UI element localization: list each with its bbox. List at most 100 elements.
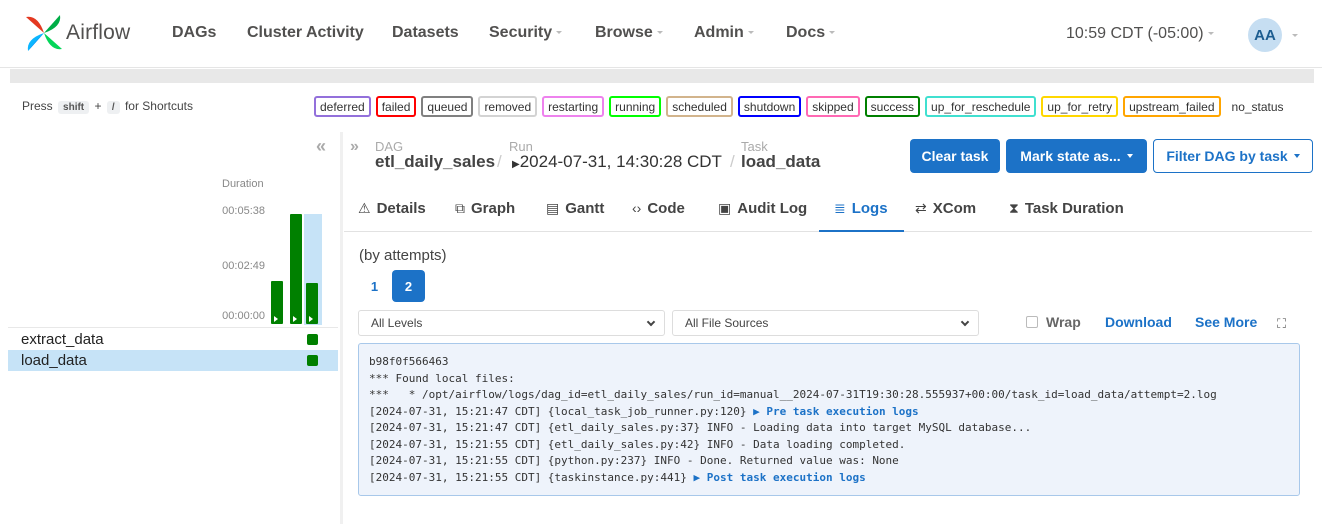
legend-state-deferred[interactable]: deferred: [314, 96, 371, 117]
dag-run-duration-bar[interactable]: [290, 214, 302, 324]
legend-state-up-for-reschedule[interactable]: up_for_reschedule: [925, 96, 1037, 117]
dag-run-duration-bar[interactable]: [306, 283, 318, 324]
filter-dag-label: Filter DAG by task: [1166, 148, 1288, 164]
graph-icon: ⧉: [455, 200, 465, 216]
filter-dag-button[interactable]: Filter DAG by task: [1153, 139, 1313, 173]
wrap-label[interactable]: Wrap: [1046, 314, 1081, 330]
brand-name: Airflow: [66, 21, 131, 44]
state-legend: deferred failed queued removed restarting run…: [314, 96, 1290, 117]
chevron-down-icon: [646, 317, 656, 327]
attempt-2-button[interactable]: 2: [392, 270, 425, 302]
log-text: [2024-07-31, 15:21:47 CDT] {local_task_j…: [369, 404, 754, 418]
chevron-down-icon: [747, 31, 754, 35]
legend-state-shutdown[interactable]: shutdown: [737, 96, 802, 117]
tab-xcom[interactable]: ⇄ XCom: [915, 186, 976, 232]
log-line: [2024-07-31, 15:21:47 CDT] {etl_daily_sa…: [369, 420, 1289, 437]
legend-state-no-status[interactable]: no_status: [1226, 96, 1290, 117]
log-text: [2024-07-31, 15:21:55 CDT] {taskinstance…: [369, 470, 694, 484]
nav-browse-label: Browse: [595, 24, 653, 41]
legend-state-running[interactable]: running: [609, 96, 662, 117]
legend-state-restarting[interactable]: restarting: [542, 96, 605, 117]
dag-breadcrumb[interactable]: etl_daily_sales: [375, 152, 495, 172]
tab-gantt[interactable]: ▤ Gantt: [546, 186, 604, 232]
log-line: [2024-07-31, 15:21:47 CDT] {local_task_j…: [369, 404, 1289, 421]
attempt-1-button[interactable]: 1: [358, 270, 391, 302]
user-avatar[interactable]: AA: [1248, 18, 1282, 52]
download-link[interactable]: Download: [1105, 314, 1172, 330]
task-row-extract-data[interactable]: extract_data: [8, 329, 338, 350]
nav-security-label: Security: [489, 24, 553, 41]
nav-dags[interactable]: DAGs: [172, 24, 216, 42]
legend-state-success[interactable]: success: [864, 96, 921, 117]
play-icon: [309, 316, 313, 322]
tab-label: Details: [376, 200, 426, 217]
legend-state-removed[interactable]: removed: [478, 96, 538, 117]
code-icon: ‹›: [632, 200, 642, 216]
nav-datasets[interactable]: Datasets: [392, 24, 459, 42]
log-text: [2024-07-31, 15:21:55 CDT] {python.py:23…: [369, 454, 899, 467]
tab-details[interactable]: ⚠ Details: [358, 186, 426, 232]
dag-run-duration-bar[interactable]: [271, 281, 283, 324]
list-icon: ≣: [834, 200, 846, 216]
tab-label: Task Duration: [1024, 200, 1124, 217]
task-breadcrumb[interactable]: load_data: [741, 152, 820, 172]
nav-docs[interactable]: Docs: [786, 24, 836, 42]
header-band: [10, 69, 1314, 83]
nav-security[interactable]: Security: [489, 24, 563, 42]
chevron-down-icon: [1293, 154, 1300, 158]
tab-audit-log[interactable]: ▣ Audit Log: [718, 186, 807, 232]
wrap-checkbox[interactable]: [1026, 316, 1038, 328]
see-more-link[interactable]: See More: [1195, 314, 1257, 330]
gantt-icon: ▤: [546, 200, 560, 216]
collapse-grid-icon[interactable]: «: [316, 136, 326, 157]
tab-logs[interactable]: ≣ Logs: [819, 186, 904, 232]
breadcrumb-separator: /: [730, 152, 735, 171]
task-instance-success[interactable]: [307, 355, 318, 366]
tab-code[interactable]: ‹› Code: [632, 186, 685, 232]
task-instance-success[interactable]: [307, 334, 318, 345]
task-row-load-data[interactable]: load_data: [8, 350, 338, 371]
nav-browse[interactable]: Browse: [595, 24, 663, 42]
nav-cluster-activity[interactable]: Cluster Activity: [247, 24, 364, 42]
tab-task-duration[interactable]: ⧗ Task Duration: [1009, 186, 1124, 232]
log-line: [2024-07-31, 15:21:55 CDT] {python.py:23…: [369, 453, 1289, 470]
tab-graph[interactable]: ⧉ Graph: [455, 186, 515, 232]
current-time: 10:59 CDT (-05:00): [1066, 25, 1204, 42]
expand-grid-icon[interactable]: »: [350, 138, 359, 156]
legend-state-skipped[interactable]: skipped: [806, 96, 860, 117]
chevron-down-icon: [960, 317, 970, 327]
swap-icon: ⇄: [915, 200, 927, 216]
fullscreen-icon[interactable]: ⛶: [1277, 316, 1286, 332]
log-line: *** Found local files:: [369, 371, 1289, 388]
legend-state-upstream-failed[interactable]: upstream_failed: [1123, 96, 1221, 117]
chevron-down-icon: [1207, 32, 1214, 36]
play-icon: [293, 316, 297, 322]
file-source-select[interactable]: All File Sources: [672, 310, 979, 336]
legend-state-up-for-retry[interactable]: up_for_retry: [1041, 96, 1119, 117]
pinwheel-icon: [26, 15, 62, 51]
log-group-toggle[interactable]: ▶ Pre task execution logs: [753, 405, 919, 418]
clear-task-button[interactable]: Clear task: [910, 139, 1000, 173]
play-icon: [274, 316, 278, 322]
mark-state-button[interactable]: Mark state as...: [1006, 139, 1147, 173]
airflow-logo[interactable]: Airflow: [24, 12, 130, 54]
legend-state-scheduled[interactable]: scheduled: [666, 96, 733, 117]
log-group-toggle[interactable]: ▶ Post task execution logs: [694, 471, 866, 484]
legend-state-queued[interactable]: queued: [421, 96, 474, 117]
timezone-menu[interactable]: 10:59 CDT (-05:00): [1066, 25, 1214, 43]
chevron-down-icon: [1126, 154, 1133, 158]
warning-triangle-icon: ⚠: [358, 200, 371, 216]
log-line: [2024-07-31, 15:21:55 CDT] {taskinstance…: [369, 470, 1289, 487]
log-output: b98f0f566463 *** Found local files: *** * …: [358, 343, 1300, 496]
shortcuts-suffix: for Shortcuts: [124, 99, 193, 113]
panel-divider[interactable]: [340, 132, 343, 524]
nav-admin[interactable]: Admin: [694, 24, 754, 42]
log-level-select[interactable]: All Levels: [358, 310, 665, 336]
tab-label: Graph: [471, 200, 516, 217]
tab-label: Code: [647, 200, 685, 217]
run-breadcrumb[interactable]: ▶2024-07-31, 14:30:28 CDT: [512, 152, 722, 172]
task-tabs: ⚠ Details ⧉ Graph ▤ Gantt ‹› Code ▣ Audit Log ≣ Log…: [344, 186, 1312, 232]
log-text: [2024-07-31, 15:21:55 CDT] {etl_daily_sa…: [369, 437, 906, 451]
legend-state-failed[interactable]: failed: [375, 96, 417, 117]
chevron-down-icon[interactable]: [1292, 34, 1298, 37]
